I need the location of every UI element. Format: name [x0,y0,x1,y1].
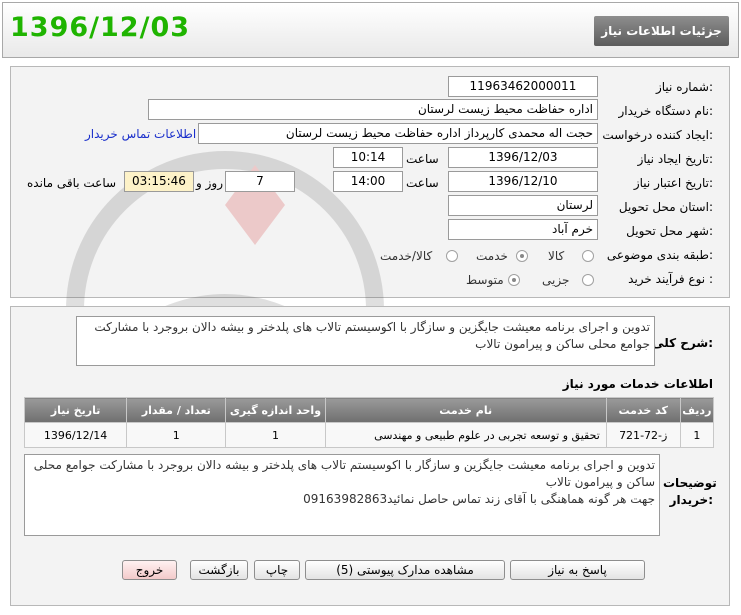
city-label: شهر محل تحویل: [626,224,713,238]
created-date-field: 1396/12/03 [448,147,598,168]
need-number-field: 11963462000011 [448,76,598,97]
remaining-time-label: ساعت باقی مانده [27,176,117,190]
cell-need-date: 1396/12/14 [23,422,128,448]
requester-label: ایجاد کننده درخواست: [602,128,713,142]
validity-date-field: 1396/12/10 [448,171,598,192]
category-goods-service-label: کالا/خدمت [380,249,433,263]
province-field: لرستان [448,195,598,216]
remaining-time-timer: 03:15:46 [124,171,194,192]
process-minor-radio[interactable] [582,274,594,286]
col-code: کد خدمت [605,397,681,423]
buyer-notes-label: توضیحات خریدار: [663,476,717,507]
category-service-label: خدمت [476,249,508,263]
validity-time-field: 14:00 [333,171,403,192]
print-button[interactable]: چاپ [254,560,300,580]
col-row: ردیف [679,397,715,423]
cell-unit: 1 [225,422,326,448]
validity-date-label: تاریخ اعتبار نیاز: [633,176,713,190]
category-goods-radio[interactable] [582,250,594,262]
process-minor-label: جزیی [542,273,570,287]
buyer-notes-line2: جهت هر گونه هماهنگی با آقای زند تماس حاص… [303,492,655,506]
cell-name: تحقیق و توسعه تجربی در علوم طبیعی و مهند… [324,422,607,448]
buyer-contact-link[interactable]: اطلاعات تماس خریدار [85,127,196,141]
created-time-field: 10:14 [333,147,403,168]
exit-button[interactable]: خروج [122,560,177,580]
category-goods-label: کالا [548,249,565,263]
buyer-org-field: اداره حفاظت محیط زیست لرستان [148,99,598,120]
services-table: ردیف کد خدمت نام خدمت واحد اندازه گیری ت… [23,397,715,448]
date-stamp: 1396/12/03 [10,12,191,43]
table-row: 1 ز-72-721 تحقیق و توسعه تجربی در علوم ط… [23,422,715,448]
validity-time-label: ساعت [406,176,439,190]
attachments-button[interactable]: مشاهده مدارک پیوستی (5) [305,560,505,580]
category-service-radio[interactable] [516,250,528,262]
province-label: استان محل تحویل: [618,200,713,214]
col-name: نام خدمت [324,397,607,423]
services-table-header: ردیف کد خدمت نام خدمت واحد اندازه گیری ت… [23,397,715,423]
remaining-days-label: روز و [196,176,223,190]
col-quantity: تعداد / مقدار [126,397,227,423]
created-date-label: تاریخ ایجاد نیاز: [637,152,713,166]
requester-field: حجت اله محمدی کارپرداز اداره حفاظت محیط … [198,123,598,144]
created-time-label: ساعت [406,152,439,166]
cell-row: 1 [679,422,715,448]
need-number-label: شماره نیاز: [655,80,713,94]
process-label: نوع فرآیند خرید : [628,272,713,286]
back-button[interactable]: بازگشت [190,560,248,580]
category-goods-service-radio[interactable] [446,250,458,262]
col-need-date: تاریخ نیاز [23,397,128,423]
category-label: طبقه بندی موضوعی: [606,248,713,262]
buyer-notes-line1: تدوین و اجرای برنامه معیشت جایگزین و ساز… [33,458,655,489]
process-medium-label: متوسط [466,273,504,287]
cell-quantity: 1 [126,422,227,448]
city-field: خرم آباد [448,219,598,240]
col-unit: واحد اندازه گیری [225,397,326,423]
process-medium-radio[interactable] [508,274,520,286]
description-textarea: تدوین و اجرای برنامه معیشت جایگزین و ساز… [76,316,655,366]
services-title: اطلاعات خدمات مورد نیاز [562,377,713,391]
page-title: جزئیات اطلاعات نیاز [594,16,729,46]
buyer-notes-textarea: تدوین و اجرای برنامه معیشت جایگزین و ساز… [24,454,660,536]
remaining-days-field: 7 [225,171,295,192]
reply-button[interactable]: پاسخ به نیاز [510,560,645,580]
buyer-org-label: نام دستگاه خریدار: [618,104,714,118]
cell-code: ز-72-721 [605,422,681,448]
